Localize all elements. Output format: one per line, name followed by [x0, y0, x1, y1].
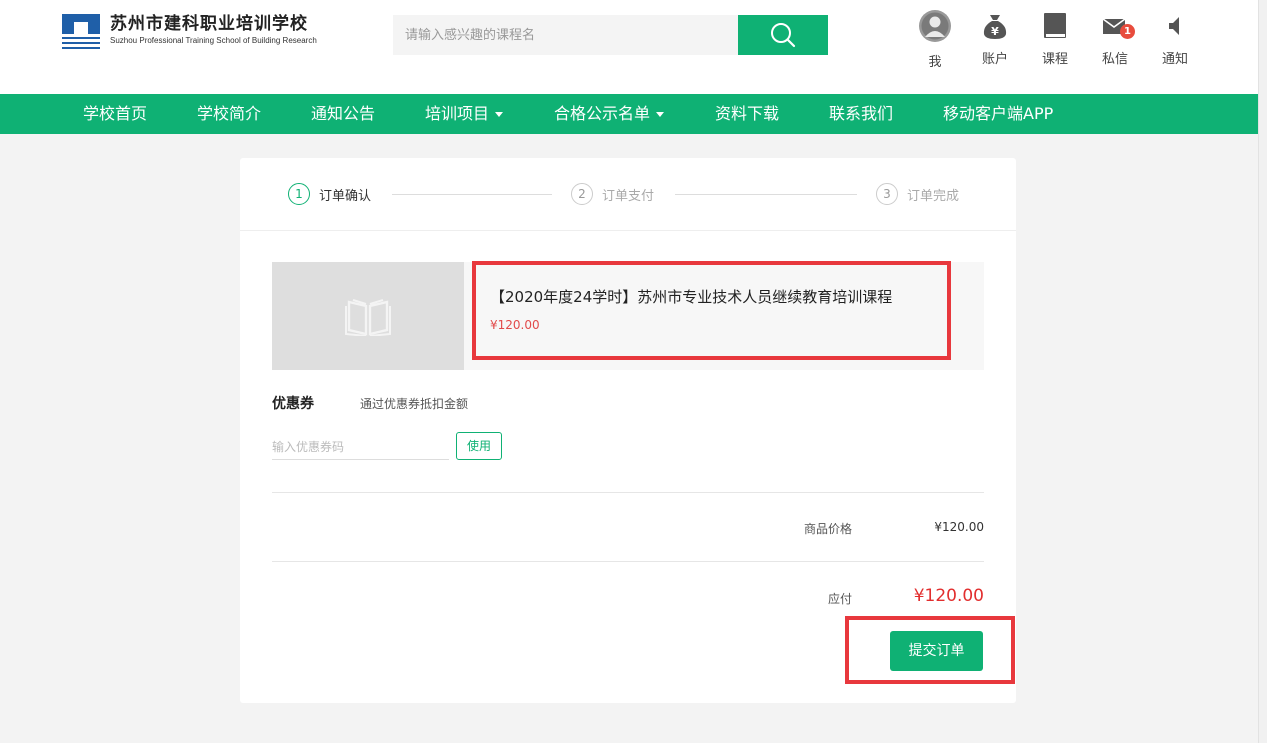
step-connector — [392, 194, 552, 195]
coupon-code-input[interactable] — [272, 434, 449, 460]
nav-downloads[interactable]: 资料下载 — [715, 94, 779, 134]
divider — [272, 492, 984, 493]
course-search-input[interactable] — [393, 15, 738, 55]
payable-label: 应付 — [828, 592, 853, 606]
nav-notices[interactable]: 通知公告 — [311, 94, 375, 134]
nav-contact[interactable]: 联系我们 — [829, 94, 893, 134]
unread-badge: 1 — [1120, 24, 1135, 39]
step-connector — [675, 194, 857, 195]
coupon-label: 优惠券 — [272, 396, 314, 412]
step-pay: 2 订单支付 — [571, 183, 654, 205]
goods-price-value: ¥120.00 — [934, 520, 984, 534]
nav-qualified-list[interactable]: 合格公示名单 — [554, 94, 665, 134]
order-card: 1 订单确认 2 订单支付 3 订单完成 【2020年度24学时】苏州市专业技术… — [240, 158, 1016, 703]
product-thumbnail — [272, 262, 464, 370]
coupon-hint: 通过优惠券抵扣金额 — [360, 397, 469, 411]
logo-title: 苏州市建科职业培训学校 — [110, 14, 308, 34]
user-avatar-icon — [919, 10, 951, 42]
nav-training-label: 培训项目 — [425, 104, 490, 123]
courses-link[interactable]: 课程 — [1025, 10, 1085, 70]
notifications-link[interactable]: 通知 — [1145, 10, 1205, 70]
step-label: 订单确认 — [319, 188, 372, 204]
divider — [272, 561, 984, 562]
step-confirm: 1 订单确认 — [288, 183, 371, 205]
step-label: 订单支付 — [602, 188, 655, 204]
step-number: 3 — [876, 183, 898, 205]
step-complete: 3 订单完成 — [876, 183, 959, 205]
courses-label: 课程 — [1041, 52, 1068, 67]
svg-text:¥: ¥ — [991, 25, 999, 38]
account-label: 账户 — [981, 52, 1008, 67]
logo-mark-icon — [62, 14, 100, 50]
money-bag-icon: ¥ — [983, 15, 1007, 39]
account-link[interactable]: ¥ 账户 — [965, 10, 1025, 70]
messages-label: 私信 — [1101, 52, 1128, 67]
nav-mobile-app[interactable]: 移动客户端APP — [943, 94, 1053, 134]
search-button[interactable] — [738, 15, 828, 55]
nav-home[interactable]: 学校首页 — [83, 94, 147, 134]
messages-link[interactable]: 1 私信 — [1085, 10, 1145, 70]
speaker-icon — [1169, 17, 1179, 35]
step-label: 订单完成 — [907, 188, 960, 204]
book-icon — [1044, 13, 1066, 38]
profile-link[interactable]: 我 — [905, 10, 965, 70]
highlight-box-submit — [845, 616, 1015, 684]
order-steps: 1 订单确认 2 订单支付 3 订单完成 — [240, 158, 1016, 231]
step-number: 2 — [571, 183, 593, 205]
use-coupon-button[interactable]: 使用 — [456, 432, 502, 460]
logo-subtitle: Suzhou Professional Training School of B… — [110, 36, 317, 45]
site-header: 苏州市建科职业培训学校 Suzhou Professional Training… — [0, 0, 1258, 94]
profile-label: 我 — [928, 55, 942, 70]
nav-about[interactable]: 学校简介 — [197, 94, 261, 134]
chevron-down-icon — [495, 112, 504, 117]
school-logo[interactable]: 苏州市建科职业培训学校 Suzhou Professional Training… — [62, 14, 317, 50]
search-icon — [771, 23, 796, 48]
highlight-box-product — [472, 261, 951, 360]
goods-price-label: 商品价格 — [804, 522, 853, 536]
nav-training[interactable]: 培训项目 — [425, 94, 504, 134]
notifications-label: 通知 — [1161, 52, 1188, 67]
nav-qualified-label: 合格公示名单 — [554, 104, 651, 123]
payable-amount: ¥120.00 — [913, 586, 984, 606]
open-book-icon — [345, 299, 391, 336]
chevron-down-icon — [656, 112, 665, 117]
page-scrollbar[interactable] — [1258, 0, 1267, 743]
main-nav: 学校首页 学校简介 通知公告 培训项目 合格公示名单 资料下载 联系我们 移动客… — [0, 94, 1258, 134]
step-number: 1 — [288, 183, 310, 205]
